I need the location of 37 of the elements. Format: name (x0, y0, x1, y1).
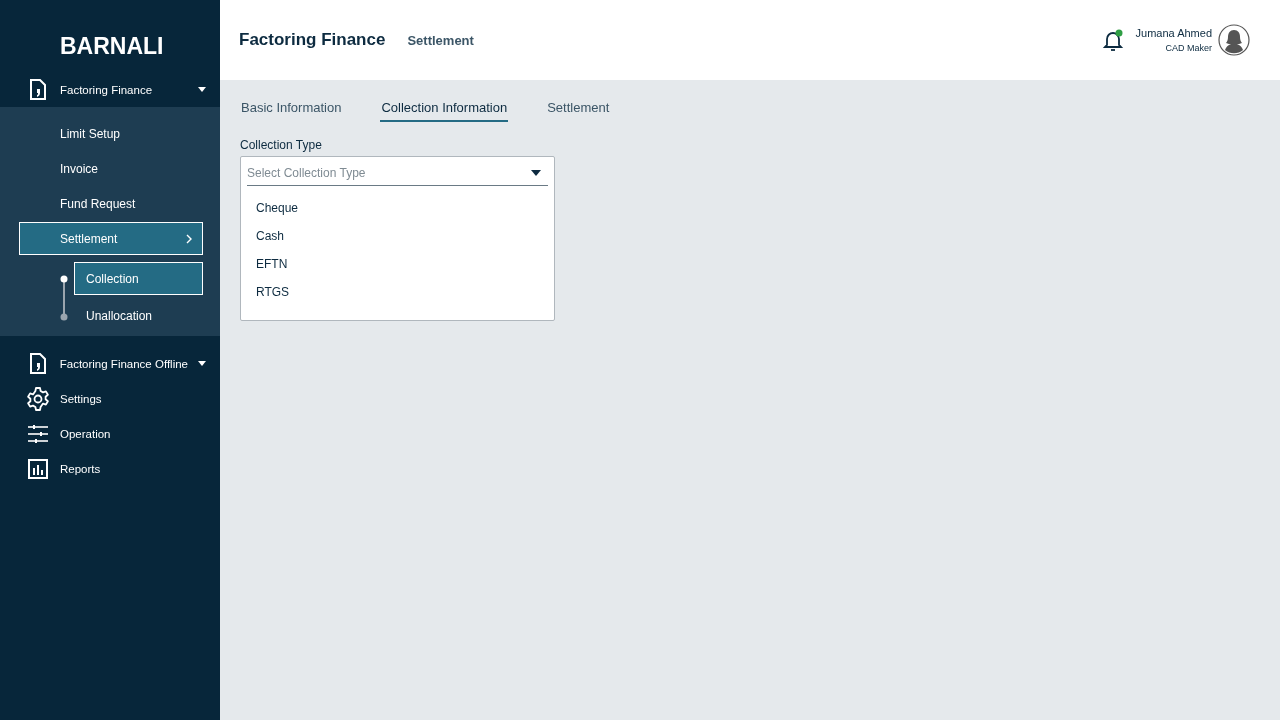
submenu-item[interactable]: Limit Setup (19, 117, 203, 150)
document-icon (27, 352, 48, 375)
sidebar-item[interactable]: Factoring Finance Offline (0, 346, 220, 381)
submenu-item[interactable]: Fund Request (19, 187, 203, 220)
dropdown-option[interactable]: RTGS (241, 278, 554, 306)
sidebar-item[interactable]: Settings (0, 381, 220, 416)
sliders-icon (28, 423, 48, 444)
user-role: CAD Maker (1165, 43, 1212, 53)
caret-icon (198, 87, 206, 92)
page-subtitle: Settlement (407, 32, 474, 48)
user-name: Jumana Ahmed (1135, 27, 1212, 39)
document-icon (28, 78, 48, 101)
tab[interactable]: Settlement (546, 100, 611, 122)
sidebar-item[interactable]: Reports (0, 451, 220, 486)
field-label: Collection Type (240, 138, 323, 152)
submenu-item[interactable]: Invoice (19, 152, 203, 185)
dropdown-option[interactable]: EFTN (241, 250, 554, 278)
bar-chart-icon (28, 458, 48, 479)
select-field[interactable]: Select Collection Type (247, 157, 548, 186)
timeline-drawing (60, 275, 68, 321)
tab[interactable]: Collection Information (380, 100, 509, 122)
tab[interactable]: Basic Information (240, 100, 343, 122)
page-title: Factoring Finance (239, 30, 386, 50)
dropdown-option[interactable]: Cheque (241, 194, 554, 222)
submenu-item[interactable]: Unallocation (74, 299, 203, 332)
sidebar-item[interactable]: Operation (0, 416, 220, 451)
brand-logo: BARNALI (59, 32, 165, 61)
dropdown-option[interactable]: Cash (241, 222, 554, 250)
caret-icon (531, 170, 541, 176)
submenu-item[interactable]: Settlement (19, 222, 203, 255)
sidebar-item[interactable]: Factoring Finance (0, 72, 220, 107)
avatar-icon[interactable] (1218, 24, 1250, 56)
notification-button[interactable] (1101, 29, 1124, 51)
settings-icon (26, 386, 50, 411)
submenu-item[interactable]: Collection (74, 262, 203, 295)
caret-icon (198, 361, 206, 366)
chevron-right-icon (186, 233, 192, 244)
